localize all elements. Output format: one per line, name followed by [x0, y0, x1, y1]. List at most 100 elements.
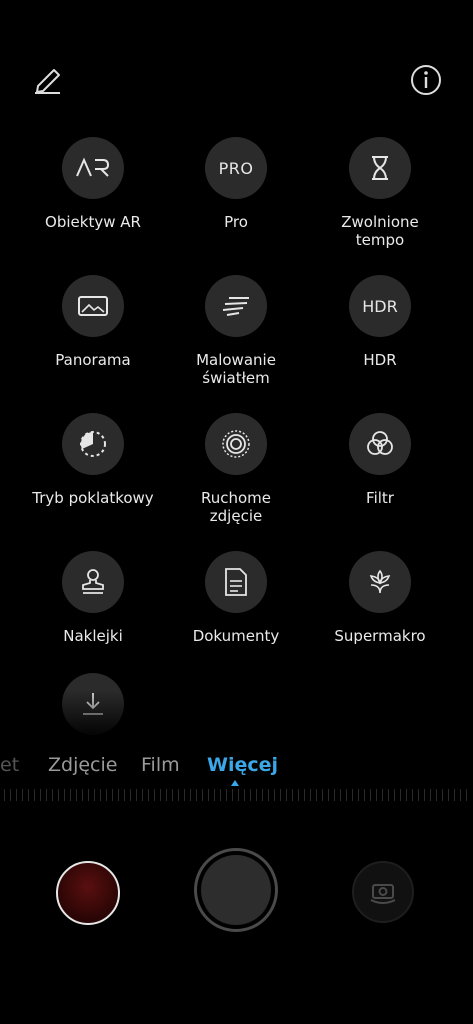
mode-moving-picture[interactable]: Ruchome zdjęcie [161, 413, 311, 525]
ruler-tick [280, 789, 281, 801]
ruler-tick [256, 789, 257, 801]
ruler-tick [376, 789, 377, 801]
tab-photo[interactable]: Zdjęcie [48, 754, 117, 776]
ruler-tick [250, 789, 251, 801]
ruler-tick [40, 789, 41, 801]
bottom-controls [0, 848, 473, 938]
tab-more[interactable]: Więcej [207, 754, 278, 776]
mode-slow-motion[interactable]: Zwolnione tempo [305, 137, 455, 249]
ruler-tick [94, 789, 95, 801]
ruler-tick [352, 789, 353, 801]
shutter-inner [201, 855, 271, 925]
ruler-tick [448, 789, 449, 801]
ruler-tick [142, 789, 143, 801]
ruler-tick [436, 789, 437, 801]
ruler-tick [10, 789, 11, 801]
mode-super-macro[interactable]: Supermakro [305, 551, 455, 645]
ruler-tick [430, 789, 431, 801]
ruler-tick [166, 789, 167, 801]
mode-hdr[interactable]: HDR HDR [305, 275, 455, 369]
ruler-tick [334, 789, 335, 801]
ruler-tick [226, 789, 227, 801]
mode-tabs: et Zdjęcie Film Więcej [0, 754, 473, 780]
ruler-tick [286, 789, 287, 801]
ruler-tick [16, 789, 17, 801]
ruler-tick [238, 789, 239, 801]
mode-ar-lens[interactable]: Obiektyw AR [18, 137, 168, 231]
light-painting-icon [205, 275, 267, 337]
ruler-tick [148, 789, 149, 801]
mode-label: HDR [363, 351, 397, 369]
tab-video[interactable]: Film [141, 754, 180, 776]
ruler-tick [232, 789, 233, 801]
ruler-tick [454, 789, 455, 801]
info-icon[interactable] [408, 62, 444, 98]
mode-documents[interactable]: Dokumenty [161, 551, 311, 645]
hdr-icon: HDR [349, 275, 411, 337]
grid-fade-overlay [0, 690, 473, 740]
hourglass-icon [349, 137, 411, 199]
ruler-tick [196, 789, 197, 801]
ruler-tick [178, 789, 179, 801]
ruler-tick [460, 789, 461, 801]
timelapse-icon [62, 413, 124, 475]
ruler-tick [118, 789, 119, 801]
ruler-tick [466, 789, 467, 801]
ruler-tick [220, 789, 221, 801]
ruler-tick [28, 789, 29, 801]
ruler-tick [136, 789, 137, 801]
switch-camera-icon[interactable] [352, 861, 414, 923]
ruler-tick [52, 789, 53, 801]
ruler-tick [400, 789, 401, 801]
ruler-tick [124, 789, 125, 801]
gallery-thumbnail[interactable] [56, 861, 120, 925]
mode-timelapse[interactable]: Tryb poklatkowy [18, 413, 168, 507]
ruler-tick [424, 789, 425, 801]
ruler-tick [172, 789, 173, 801]
ruler-tick [274, 789, 275, 801]
ruler-tick [106, 789, 107, 801]
filter-icon [349, 413, 411, 475]
ruler-tick [298, 789, 299, 801]
ruler-tick [64, 789, 65, 801]
ruler-tick [346, 789, 347, 801]
ruler-tick [208, 789, 209, 801]
mode-label: Tryb poklatkowy [32, 489, 154, 507]
ruler-tick [34, 789, 35, 801]
ruler-tick [406, 789, 407, 801]
ruler-tick [214, 789, 215, 801]
mode-stickers[interactable]: Naklejki [18, 551, 168, 645]
ruler-tick [160, 789, 161, 801]
mode-label: Zwolnione tempo [341, 213, 419, 249]
mode-scroll-ruler[interactable] [0, 789, 473, 803]
ruler-tick [364, 789, 365, 801]
stamp-icon [62, 551, 124, 613]
mode-filter[interactable]: Filtr [305, 413, 455, 507]
ruler-tick [328, 789, 329, 801]
pro-icon: PRO [205, 137, 267, 199]
mode-pro[interactable]: PRO Pro [161, 137, 311, 231]
ruler-tick [202, 789, 203, 801]
mode-label: Filtr [366, 489, 394, 507]
ruler-tick [304, 789, 305, 801]
ruler-tick [322, 789, 323, 801]
tab-partial[interactable]: et [0, 754, 19, 776]
mode-label: Naklejki [63, 627, 123, 645]
shutter-button[interactable] [194, 848, 278, 932]
ruler-tick [292, 789, 293, 801]
mode-light-painting[interactable]: Malowanie światłem [161, 275, 311, 387]
ruler-tick [70, 789, 71, 801]
ruler-tick [268, 789, 269, 801]
ruler-tick [358, 789, 359, 801]
moving-picture-icon [205, 413, 267, 475]
ruler-tick [100, 789, 101, 801]
ruler-tick [394, 789, 395, 801]
mode-label: Panorama [55, 351, 131, 369]
mode-panorama[interactable]: Panorama [18, 275, 168, 369]
ruler-tick [22, 789, 23, 801]
mode-label: Supermakro [334, 627, 426, 645]
mode-label: Pro [224, 213, 248, 231]
edit-icon[interactable] [32, 62, 68, 98]
ruler-tick [184, 789, 185, 801]
ruler-tick [340, 789, 341, 801]
